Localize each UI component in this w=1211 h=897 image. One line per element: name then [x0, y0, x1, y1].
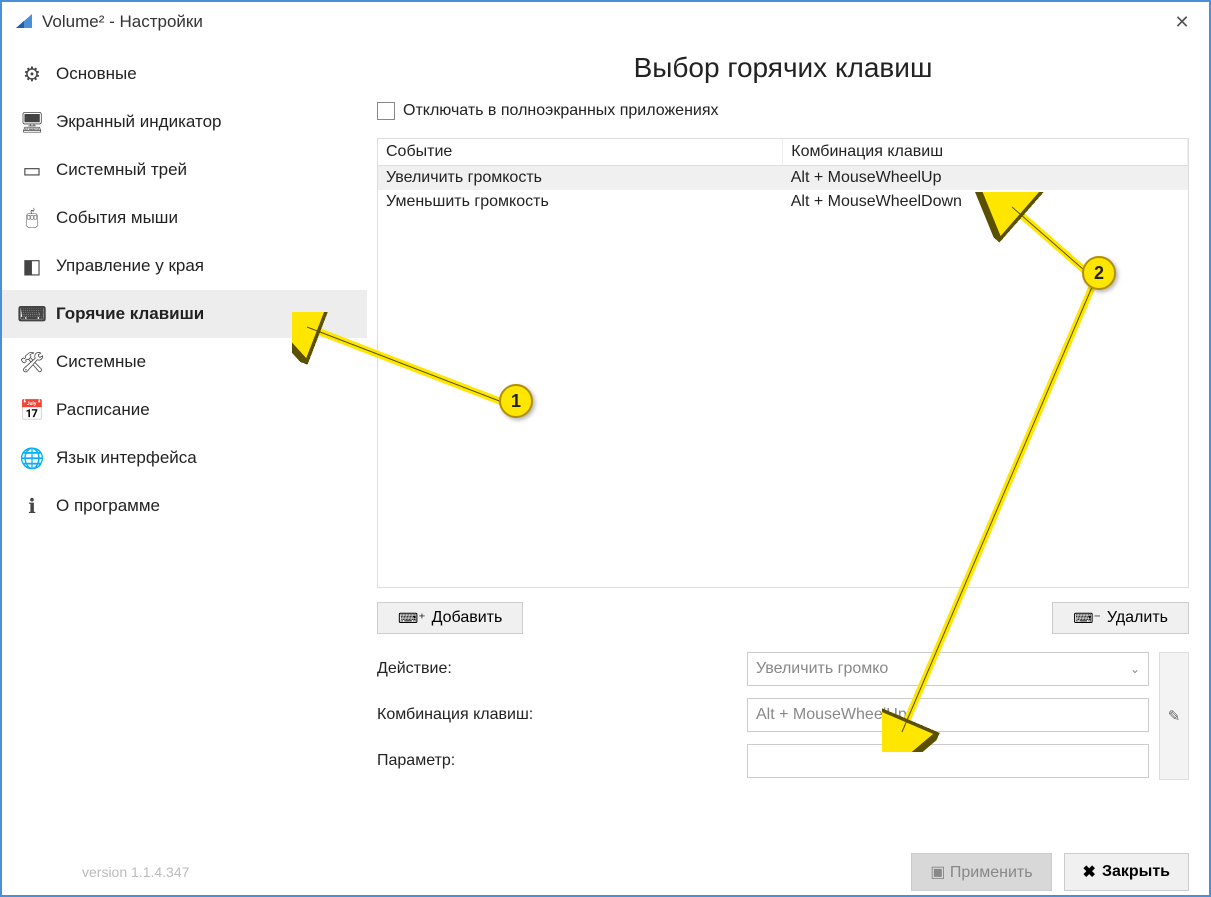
chevron-down-icon: ⌄ — [1130, 662, 1140, 676]
close-label: Закрыть — [1102, 863, 1170, 881]
col-combo[interactable]: Комбинация клавиш — [783, 139, 1188, 166]
tools-icon: 🛠 — [20, 350, 44, 374]
delete-button[interactable]: ⌨⁻ Удалить — [1052, 602, 1189, 634]
window-title: Volume² - Настройки — [42, 12, 1167, 32]
close-icon[interactable]: ✕ — [1167, 12, 1197, 33]
param-label: Параметр: — [377, 752, 747, 770]
gear-icon: ⚙ — [20, 62, 44, 86]
callout-1: 1 — [499, 384, 533, 418]
calendar-icon: 📅 — [20, 398, 44, 422]
apply-label: Применить — [950, 864, 1033, 881]
sidebar-item-label: Системный трей — [56, 160, 187, 180]
disable-fullscreen-row[interactable]: Отключать в полноэкранных приложениях — [377, 102, 1189, 120]
close-button[interactable]: ✖ Закрыть — [1064, 853, 1189, 891]
sidebar-item-label: Основные — [56, 64, 137, 84]
sidebar-item-label: Расписание — [56, 400, 150, 420]
sidebar-item-mouse[interactable]: 🖱 События мыши — [2, 194, 367, 242]
sidebar-item-label: События мыши — [56, 208, 178, 228]
pencil-icon: ✎ — [1168, 707, 1181, 725]
sidebar-item-osd[interactable]: 🖥 Экранный индикатор — [2, 98, 367, 146]
titlebar: Volume² - Настройки ✕ — [2, 2, 1209, 42]
sidebar-item-language[interactable]: 🌐 Язык интерфейса — [2, 434, 367, 482]
cell-event: Уменьшить громкость — [378, 190, 783, 214]
combo-value: Alt + MouseWheelUp — [756, 706, 907, 724]
globe-icon: 🌐 — [20, 446, 44, 470]
table-row[interactable]: Уменьшить громкость Alt + MouseWheelDown — [378, 190, 1188, 214]
sidebar-item-system[interactable]: 🛠 Системные — [2, 338, 367, 386]
action-select[interactable]: Увеличить громко ⌄ — [747, 652, 1149, 686]
sidebar: ⚙ Основные 🖥 Экранный индикатор ▭ Систем… — [2, 42, 367, 855]
app-icon — [14, 12, 34, 32]
col-event[interactable]: Событие — [378, 139, 783, 166]
main-panel: Выбор горячих клавиш Отключать в полноэк… — [367, 42, 1209, 855]
sidebar-item-label: Управление у края — [56, 256, 204, 276]
cell-combo: Alt + MouseWheelDown — [783, 190, 1188, 214]
mouse-icon: 🖱 — [20, 206, 44, 230]
hotkey-table[interactable]: Событие Комбинация клавиш Увеличить гром… — [377, 138, 1189, 588]
sidebar-item-label: О программе — [56, 496, 160, 516]
sidebar-item-label: Язык интерфейса — [56, 448, 197, 468]
sidebar-item-label: Горячие клавиши — [56, 304, 204, 324]
monitor-icon: 🖥 — [20, 110, 44, 134]
sidebar-item-schedule[interactable]: 📅 Расписание — [2, 386, 367, 434]
sidebar-item-tray[interactable]: ▭ Системный трей — [2, 146, 367, 194]
action-value: Увеличить громко — [756, 660, 888, 678]
apply-button[interactable]: ▣ Применить — [911, 853, 1051, 891]
keyboard-icon: ⌨ — [20, 302, 44, 326]
sidebar-item-about[interactable]: ℹ О программе — [2, 482, 367, 530]
edge-icon: ◧ — [20, 254, 44, 278]
delete-button-label: Удалить — [1107, 609, 1168, 627]
tray-icon: ▭ — [20, 158, 44, 182]
keyboard-minus-icon: ⌨⁻ — [1073, 610, 1101, 627]
table-row[interactable]: Увеличить громкость Alt + MouseWheelUp — [378, 166, 1188, 191]
page-title: Выбор горячих клавиш — [377, 52, 1189, 84]
version-label: version 1.1.4.347 — [82, 864, 189, 880]
cell-event: Увеличить громкость — [378, 166, 783, 191]
callout-2: 2 — [1082, 256, 1116, 290]
add-button-label: Добавить — [432, 609, 503, 627]
apply-icon: ▣ — [930, 864, 945, 881]
sidebar-item-label: Системные — [56, 352, 146, 372]
info-icon: ℹ — [20, 494, 44, 518]
combo-label: Комбинация клавиш: — [377, 706, 747, 724]
keyboard-plus-icon: ⌨⁺ — [398, 610, 426, 627]
footer: version 1.1.4.347 ▣ Применить ✖ Закрыть — [2, 849, 1209, 895]
sidebar-item-general[interactable]: ⚙ Основные — [2, 50, 367, 98]
param-input[interactable] — [747, 744, 1149, 778]
checkbox-icon[interactable] — [377, 102, 395, 120]
sidebar-item-hotkeys[interactable]: ⌨ Горячие клавиши — [2, 290, 367, 338]
sidebar-item-edge[interactable]: ◧ Управление у края — [2, 242, 367, 290]
add-button[interactable]: ⌨⁺ Добавить — [377, 602, 523, 634]
combo-input[interactable]: Alt + MouseWheelUp — [747, 698, 1149, 732]
cell-combo: Alt + MouseWheelUp — [783, 166, 1188, 191]
edit-tool[interactable]: ✎ — [1159, 652, 1189, 780]
close-x-icon: ✖ — [1083, 862, 1096, 882]
action-label: Действие: — [377, 660, 747, 678]
checkbox-label: Отключать в полноэкранных приложениях — [403, 102, 719, 120]
sidebar-item-label: Экранный индикатор — [56, 112, 221, 132]
